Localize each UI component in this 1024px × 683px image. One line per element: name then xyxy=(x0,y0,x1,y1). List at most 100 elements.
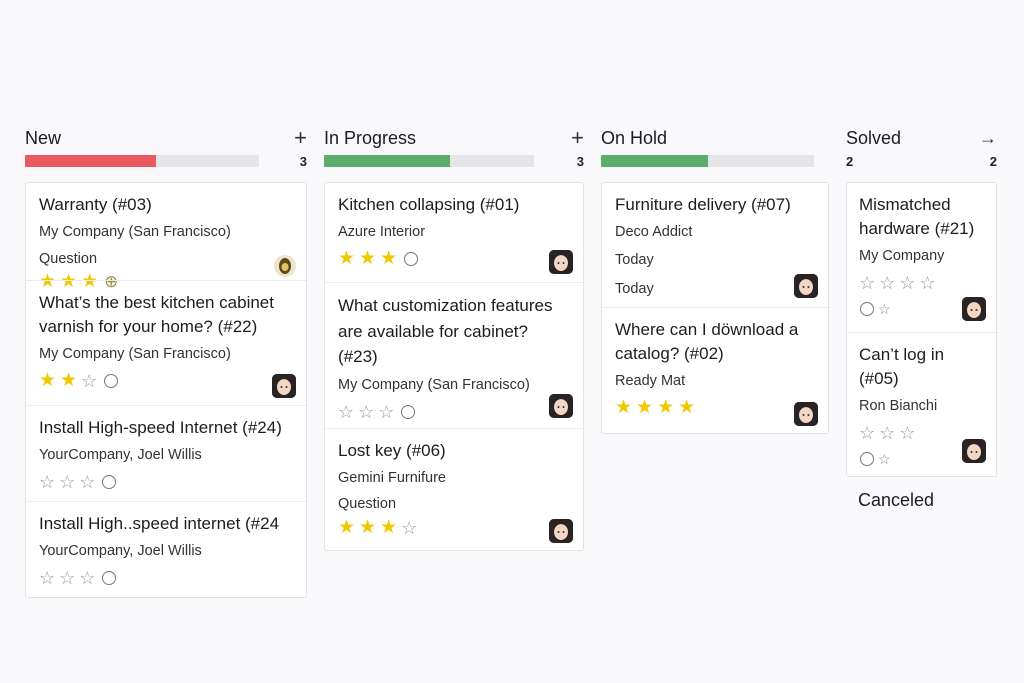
status-circle-icon[interactable] xyxy=(104,374,119,388)
card-furniture-delivery[interactable]: Furniture delivery (#07) Deco Addict Tod… xyxy=(602,183,828,307)
card-tag: Question xyxy=(39,251,98,267)
star-icon[interactable]: ★ xyxy=(359,518,376,538)
card-customer: My Company (San Francisco) xyxy=(39,346,231,362)
status-circle-icon[interactable] xyxy=(401,404,416,419)
card-customer: YourCompany, Joel Willis xyxy=(39,447,202,463)
person-avatar xyxy=(794,274,818,298)
card-title: Install High-speed Internet (#24) xyxy=(39,418,282,437)
card-title: What customization features are availabl… xyxy=(338,296,553,366)
card-title: Can’t log in (#05) xyxy=(859,345,945,388)
card-customer: Azure Interior xyxy=(338,224,426,240)
plus-icon[interactable]: + xyxy=(571,127,584,149)
card-list: Mismatched hardware (#21) My Company ☆ ☆… xyxy=(846,182,997,477)
status-circle-icon[interactable] xyxy=(860,452,874,466)
column-on-hold: On Hold Furniture delivery (#07) Deco Ad… xyxy=(601,126,829,434)
star-outline-icon[interactable]: ☆ xyxy=(401,518,417,538)
person-avatar xyxy=(794,402,818,426)
card-customer: Deco Addict xyxy=(615,224,693,240)
star-icon[interactable]: ★ xyxy=(615,398,632,418)
star-outline-icon[interactable]: ☆ xyxy=(878,301,891,318)
star-outline-icon[interactable]: ☆ xyxy=(81,371,97,391)
priority-stars[interactable]: ☆ ☆ ☆ xyxy=(39,568,293,588)
star-outline-icon[interactable]: ☆ xyxy=(859,423,875,443)
card-customer: Ron Bianchi xyxy=(859,398,938,414)
star-outline-icon[interactable]: ☆ xyxy=(59,472,75,492)
star-icon[interactable]: ★ xyxy=(338,518,355,538)
column-header: Solved → xyxy=(846,126,997,150)
star-outline-icon[interactable]: ☆ xyxy=(39,568,55,588)
gold-avatar xyxy=(274,255,296,277)
card-warranty[interactable]: Warranty (#03) My Company (San Francisco… xyxy=(26,183,306,292)
star-outline-icon[interactable]: ☆ xyxy=(878,451,891,468)
status-circle-icon[interactable] xyxy=(404,252,419,266)
star-outline-icon[interactable]: ☆ xyxy=(79,568,95,588)
star-outline-icon[interactable]: ☆ xyxy=(919,273,935,293)
star-icon[interactable]: ★ xyxy=(636,398,653,418)
star-icon[interactable]: ★ xyxy=(359,249,376,269)
priority-stars[interactable]: ☆ ☆ ☆ xyxy=(39,472,293,492)
plus-icon[interactable]: + xyxy=(294,127,307,149)
card-customer: YourCompany, Joel Willis xyxy=(39,543,202,559)
priority-stars[interactable]: ★ ★ ☆ xyxy=(39,371,293,391)
priority-stars[interactable]: ★ ★ ★ xyxy=(338,249,570,269)
card-kitchen-varnish[interactable]: What’s the best kitchen cabinet varnish … xyxy=(26,280,306,405)
star-icon[interactable]: ★ xyxy=(380,249,397,269)
column-solved: Solved → 2 2 Mismatched hardware (#21) M… xyxy=(846,126,997,477)
column-canceled-title[interactable]: Canceled xyxy=(858,490,934,511)
person-avatar xyxy=(549,394,573,418)
star-outline-icon[interactable]: ☆ xyxy=(59,568,75,588)
star-icon[interactable]: ★ xyxy=(39,371,56,391)
column-title: On Hold xyxy=(601,127,668,148)
star-outline-icon[interactable]: ☆ xyxy=(899,423,915,443)
card-title: Kitchen collapsing (#01) xyxy=(338,195,520,214)
card-list: Kitchen collapsing (#01) Azure Interior … xyxy=(324,182,584,551)
star-outline-icon[interactable]: ☆ xyxy=(879,423,895,443)
star-icon[interactable]: ★ xyxy=(380,518,397,538)
star-outline-icon[interactable]: ☆ xyxy=(859,273,875,293)
progress-fill xyxy=(601,155,708,167)
card-mismatched-hardware[interactable]: Mismatched hardware (#21) My Company ☆ ☆… xyxy=(847,183,996,332)
arrow-right-icon[interactable]: → xyxy=(979,129,997,147)
star-icon[interactable]: ★ xyxy=(657,398,674,418)
star-outline-icon[interactable]: ☆ xyxy=(39,472,55,492)
star-outline-icon[interactable]: ☆ xyxy=(879,273,895,293)
person-avatar xyxy=(272,374,296,398)
card-deadline: Today xyxy=(615,252,654,268)
column-title: Solved xyxy=(846,127,902,148)
status-circle-icon[interactable] xyxy=(860,302,874,316)
progress-bar[interactable] xyxy=(601,155,814,167)
card-kitchen-collapsing[interactable]: Kitchen collapsing (#01) Azure Interior … xyxy=(325,183,583,282)
priority-stars[interactable]: ☆ ☆ ☆ ☆ xyxy=(859,273,983,293)
person-avatar xyxy=(962,297,986,321)
star-outline-icon[interactable]: ☆ xyxy=(358,402,374,422)
star-outline-icon[interactable]: ☆ xyxy=(899,273,915,293)
progress-fill xyxy=(25,155,157,167)
progress-bar[interactable] xyxy=(25,155,259,167)
priority-stars[interactable]: ★ ★ ★ ☆ xyxy=(338,518,570,539)
star-outline-icon[interactable]: ☆ xyxy=(338,402,354,422)
card-download-catalog[interactable]: Where can I döwnload a catalog? (#02) Re… xyxy=(602,307,828,433)
star-icon[interactable]: ★ xyxy=(678,398,695,418)
status-circle-icon[interactable] xyxy=(102,571,117,585)
priority-stars[interactable]: ☆ ☆ ☆ xyxy=(338,402,570,422)
card-customization[interactable]: What customization features are availabl… xyxy=(325,282,583,428)
card-tag: Question xyxy=(338,496,397,512)
card-list: Furniture delivery (#07) Deco Addict Tod… xyxy=(601,182,829,434)
card-title: Where can I döwnload a catalog? (#02) xyxy=(615,320,799,363)
card-customer: My Company xyxy=(859,248,945,264)
column-header: On Hold xyxy=(601,126,829,150)
card-cant-log-in[interactable]: Can’t log in (#05) Ron Bianchi ☆ ☆ ☆ ☆ xyxy=(847,332,996,476)
person-avatar xyxy=(962,439,986,463)
star-outline-icon[interactable]: ☆ xyxy=(79,472,95,492)
star-icon[interactable]: ★ xyxy=(60,371,77,391)
star-icon[interactable]: ★ xyxy=(338,249,355,269)
card-install-internet[interactable]: Install High-speed Internet (#24) YourCo… xyxy=(26,405,306,501)
card-install-internet-2[interactable]: Install High..speed internet (#24 YourCo… xyxy=(26,501,306,597)
priority-stars[interactable]: ★ ★ ★ ★ xyxy=(615,398,815,418)
star-outline-icon[interactable]: ☆ xyxy=(378,402,394,422)
progress-bar[interactable] xyxy=(324,155,534,167)
column-count-left: 2 xyxy=(846,153,854,169)
card-customer: My Company (San Francisco) xyxy=(39,224,231,240)
card-lost-key[interactable]: Lost key (#06) Gemini Furnifure Question… xyxy=(325,428,583,550)
status-circle-icon[interactable] xyxy=(102,475,117,489)
